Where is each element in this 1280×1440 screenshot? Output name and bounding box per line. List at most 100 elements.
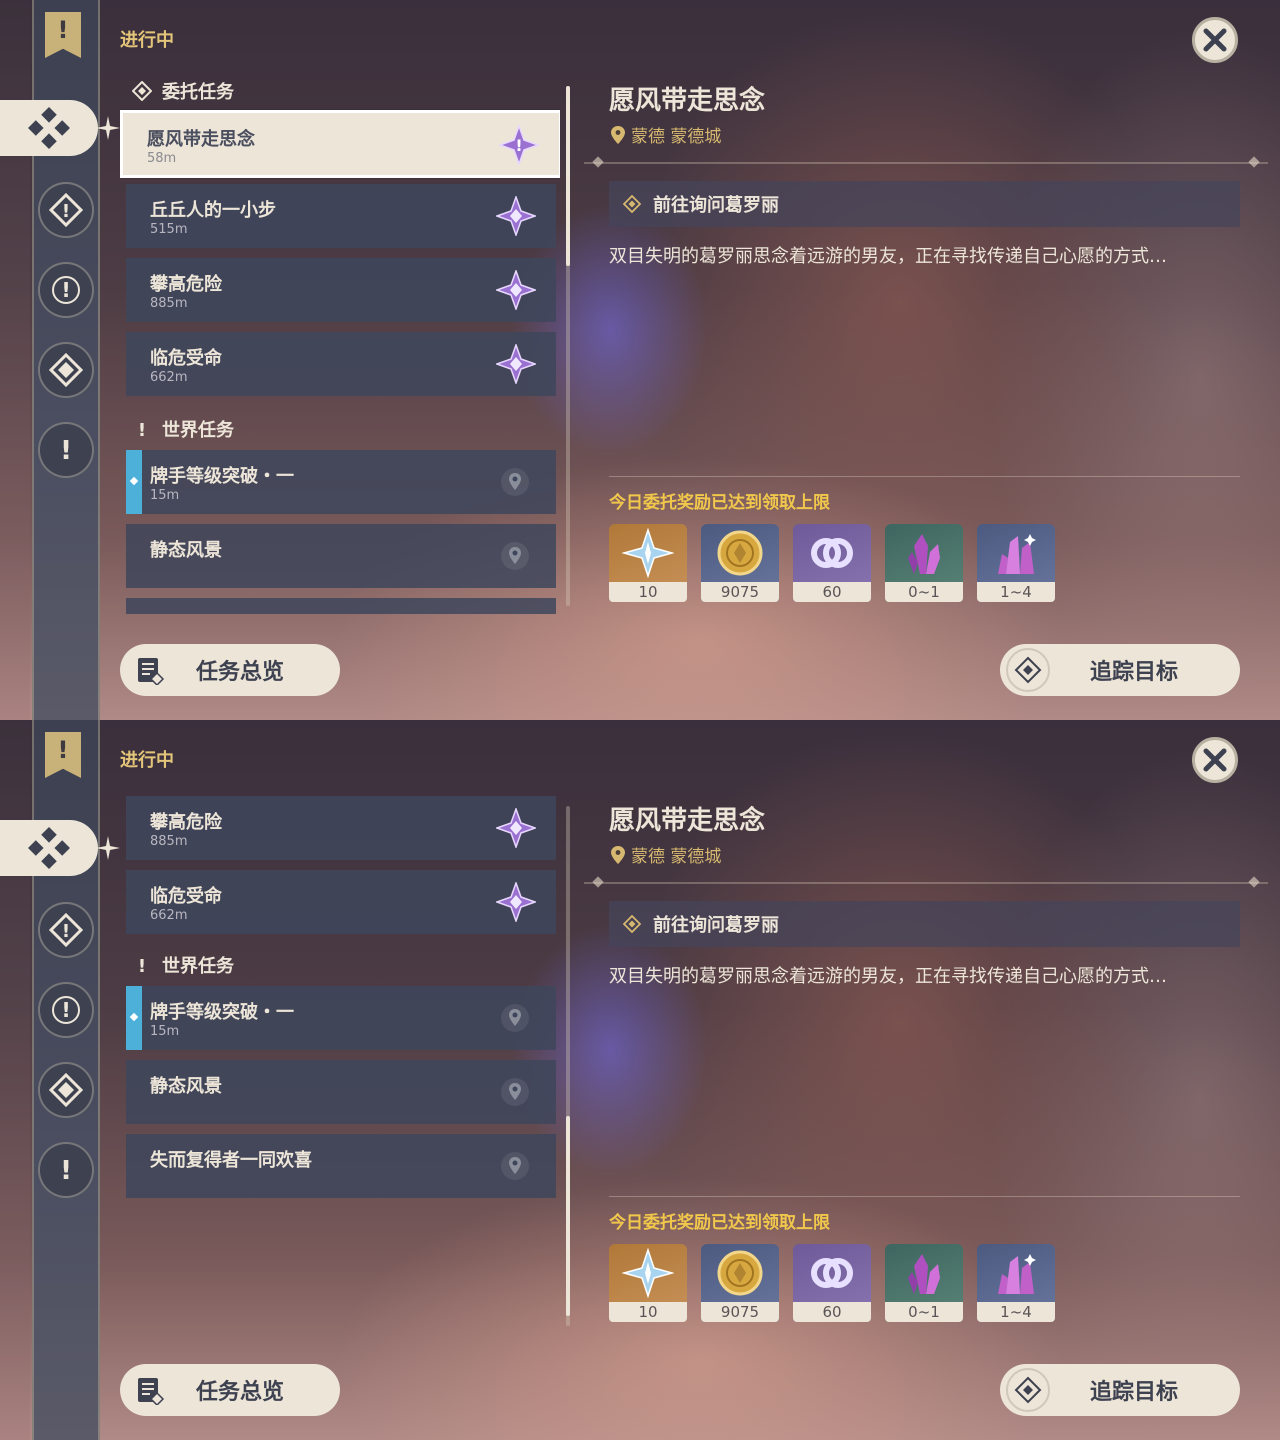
mora-icon — [717, 1250, 763, 1296]
archon-quest-icon: ! — [49, 193, 83, 227]
quest-book-icon — [128, 1368, 172, 1412]
location-pin-icon — [501, 1152, 529, 1180]
quest-name: 攀高危险 — [150, 812, 222, 833]
close-icon — [1203, 28, 1227, 52]
mora-icon — [717, 530, 763, 576]
scroll-thumb[interactable] — [566, 1116, 570, 1316]
reward-quantity: 1~4 — [977, 582, 1055, 602]
location-pin-icon — [611, 845, 625, 864]
track-diamond-icon — [1006, 1368, 1050, 1412]
overview-label: 任务总览 — [196, 1380, 285, 1405]
rail-tab-story[interactable]: ! — [38, 262, 94, 318]
track-label: 追踪目标 — [1090, 1380, 1179, 1405]
close-button[interactable] — [1192, 17, 1238, 63]
daily-quest-icon — [49, 353, 83, 387]
reward-mora[interactable]: 9075 — [701, 524, 779, 602]
quest-name: 丘丘人的一小步 — [150, 200, 276, 221]
location-text: 蒙德 蒙德城 — [631, 847, 722, 867]
commission-icon — [28, 827, 70, 869]
quest-distance: 885m — [150, 296, 188, 311]
rail-tab-world[interactable]: ! — [38, 1142, 94, 1198]
reward-crystal-cluster[interactable]: 1~4 — [977, 524, 1055, 602]
svg-text:!: ! — [61, 278, 70, 302]
rail-tab-daily[interactable] — [38, 342, 94, 398]
quest-item-selected[interactable]: 愿风带走思念 58m ! — [120, 110, 560, 178]
rail-tab-daily[interactable] — [38, 1062, 94, 1118]
quest-list-scrollbar[interactable] — [566, 86, 570, 606]
quest-item[interactable]: 静态风景 — [126, 1060, 556, 1124]
quest-item[interactable]: 失而复得者一同欢喜 — [126, 1134, 556, 1198]
archon-quest-icon: ! — [49, 913, 83, 947]
rail-tab-archon[interactable]: ! — [38, 902, 94, 958]
svg-text:!: ! — [60, 1156, 72, 1186]
objective-text: 前往询问葛罗丽 — [653, 195, 779, 216]
quest-item[interactable]: 攀高危险 885m — [126, 258, 556, 322]
reward-crystal[interactable]: 0~1 — [885, 524, 963, 602]
reward-quantity: 0~1 — [885, 582, 963, 602]
quest-name: 牌手等级突破・一 — [150, 1002, 294, 1023]
quest-name: 牌手等级突破・一 — [150, 466, 294, 487]
quest-item[interactable]: 临危受命 662m — [126, 870, 556, 934]
reward-primogem[interactable]: 10 — [609, 1244, 687, 1322]
reward-mora[interactable]: 9075 — [701, 1244, 779, 1322]
svg-text:!: ! — [61, 998, 70, 1022]
quest-item-tracked[interactable]: 牌手等级突破・一 15m — [126, 450, 556, 514]
quest-book-icon — [128, 648, 172, 692]
quest-list-scrollbar[interactable] — [566, 806, 570, 1326]
location-pin-icon — [501, 542, 529, 570]
commission-star-icon — [496, 808, 536, 848]
crystal-cluster-icon — [998, 1254, 1036, 1294]
category-commission: 委托任务 — [132, 76, 234, 106]
rail-tab-story[interactable]: ! — [38, 982, 94, 1038]
quest-item[interactable]: 静态风景 — [126, 524, 556, 588]
quest-item[interactable]: 攀高危险 885m — [126, 796, 556, 860]
tracked-indicator — [126, 450, 142, 514]
reward-primogem[interactable]: 10 — [609, 524, 687, 602]
quest-item[interactable]: 失而复得者一同欢喜 — [126, 598, 556, 614]
commission-star-icon — [496, 344, 536, 384]
rail-tab-commission[interactable] — [0, 820, 98, 876]
quest-overview-button[interactable]: 任务总览 — [120, 644, 340, 696]
category-world: ! 世界任务 — [132, 414, 234, 444]
reward-friendship[interactable]: 60 — [793, 1244, 871, 1322]
quest-list[interactable]: 委托任务 愿风带走思念 58m ! 丘丘人的一小步 515m 攀高危险 885m… — [120, 74, 560, 614]
commission-star-icon — [496, 270, 536, 310]
commission-icon — [28, 107, 70, 149]
reward-crystal-cluster[interactable]: 1~4 — [977, 1244, 1055, 1322]
close-button[interactable] — [1192, 737, 1238, 783]
objective-diamond-icon — [623, 915, 641, 933]
reward-limit-notice: 今日委托奖励已达到领取上限 — [609, 493, 830, 513]
quest-list[interactable]: 攀高危险 885m 临危受命 662m ! 世界任务 牌手等级突破・一 15m … — [120, 794, 560, 1334]
quest-item[interactable]: 临危受命 662m — [126, 332, 556, 396]
category-world: ! 世界任务 — [132, 950, 234, 980]
reward-quantity: 9075 — [701, 1302, 779, 1322]
quest-description: 双目失明的葛罗丽思念着远游的男友，正在寻找传递自己心愿的方式… — [609, 966, 1167, 987]
quest-item-tracked[interactable]: 牌手等级突破・一 15m — [126, 986, 556, 1050]
rail-tab-world[interactable]: ! — [38, 422, 94, 478]
svg-text:!: ! — [62, 921, 70, 942]
sparkle-icon — [96, 116, 120, 140]
friendship-icon — [811, 1258, 853, 1288]
scroll-thumb[interactable] — [566, 86, 570, 266]
quest-name: 愿风带走思念 — [147, 129, 255, 150]
quest-name: 临危受命 — [150, 348, 222, 369]
quest-overview-button[interactable]: 任务总览 — [120, 1364, 340, 1416]
world-quest-icon: ! — [60, 1156, 72, 1186]
category-label: 委托任务 — [162, 82, 234, 103]
reward-quantity: 10 — [609, 1302, 687, 1322]
rail-tab-commission[interactable] — [0, 100, 98, 156]
quest-item[interactable]: 丘丘人的一小步 515m — [126, 184, 556, 248]
location-pin-icon — [501, 1004, 529, 1032]
world-category-icon: ! — [138, 420, 146, 439]
objective-diamond-icon — [623, 195, 641, 213]
reward-friendship[interactable]: 60 — [793, 524, 871, 602]
rail-tab-archon[interactable]: ! — [38, 182, 94, 238]
quest-distance: 15m — [150, 1024, 180, 1039]
track-target-button[interactable]: 追踪目标 — [1000, 644, 1240, 696]
reward-quantity: 1~4 — [977, 1302, 1055, 1322]
commission-star-icon — [496, 196, 536, 236]
reward-crystal[interactable]: 0~1 — [885, 1244, 963, 1322]
sparkle-icon — [96, 836, 120, 860]
track-target-button[interactable]: 追踪目标 — [1000, 1364, 1240, 1416]
commission-category-icon — [132, 81, 152, 101]
